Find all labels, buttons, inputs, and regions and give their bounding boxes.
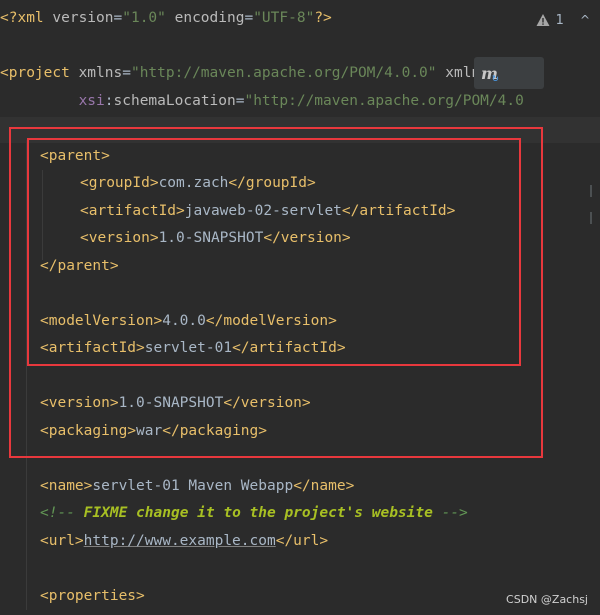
chevron-up-icon[interactable]: ^ <box>580 13 590 27</box>
artifact-id-line: <artifactId>servlet-01</artifactId> <box>40 340 346 356</box>
group-id-line: <groupId>com.zach</groupId> <box>80 175 316 191</box>
model-version-line: <modelVersion>4.0.0</modelVersion> <box>40 313 337 329</box>
indent-guide <box>42 170 43 260</box>
project-tag-line: <project xmlns="http://maven.apache.org/… <box>0 65 524 81</box>
gutter-marker <box>590 185 592 197</box>
name-line: <name>servlet-01 Maven Webapp</name> <box>40 478 355 494</box>
version-line: <version>1.0-SNAPSHOT</version> <box>40 395 311 411</box>
warning-icon <box>536 14 550 26</box>
watermark: CSDN @Zachsj <box>506 593 588 606</box>
schema-location-line: xsi:schemaLocation="http://maven.apache.… <box>78 93 524 109</box>
parent-open-tag: <parent> <box>40 148 110 164</box>
inspection-widget[interactable]: 1 ^ <box>536 8 590 32</box>
properties-open-tag: <properties> <box>40 588 145 604</box>
maven-reload-button[interactable]: m ↻ <box>474 57 544 89</box>
code-editor[interactable]: <?xml version="1.0" encoding="UTF-8"?> 1… <box>0 0 600 615</box>
current-line-highlight <box>0 117 600 143</box>
url-line: <url>http://www.example.com</url> <box>40 533 329 549</box>
parent-artifact-id-line: <artifactId>javaweb-02-servlet</artifact… <box>80 203 456 219</box>
parent-version-line: <version>1.0-SNAPSHOT</version> <box>80 230 351 246</box>
url-link[interactable]: http://www.example.com <box>84 533 276 549</box>
refresh-icon: ↻ <box>492 71 499 84</box>
indent-guide-outer <box>26 140 27 610</box>
parent-close-tag: </parent> <box>40 258 119 274</box>
gutter-marker <box>590 212 592 224</box>
comment-line: <!-- FIXME change it to the project's we… <box>40 505 468 521</box>
packaging-line: <packaging>war</packaging> <box>40 423 267 439</box>
warning-count: 1 <box>555 12 564 28</box>
xml-declaration-line: <?xml version="1.0" encoding="UTF-8"?> <box>0 10 332 26</box>
